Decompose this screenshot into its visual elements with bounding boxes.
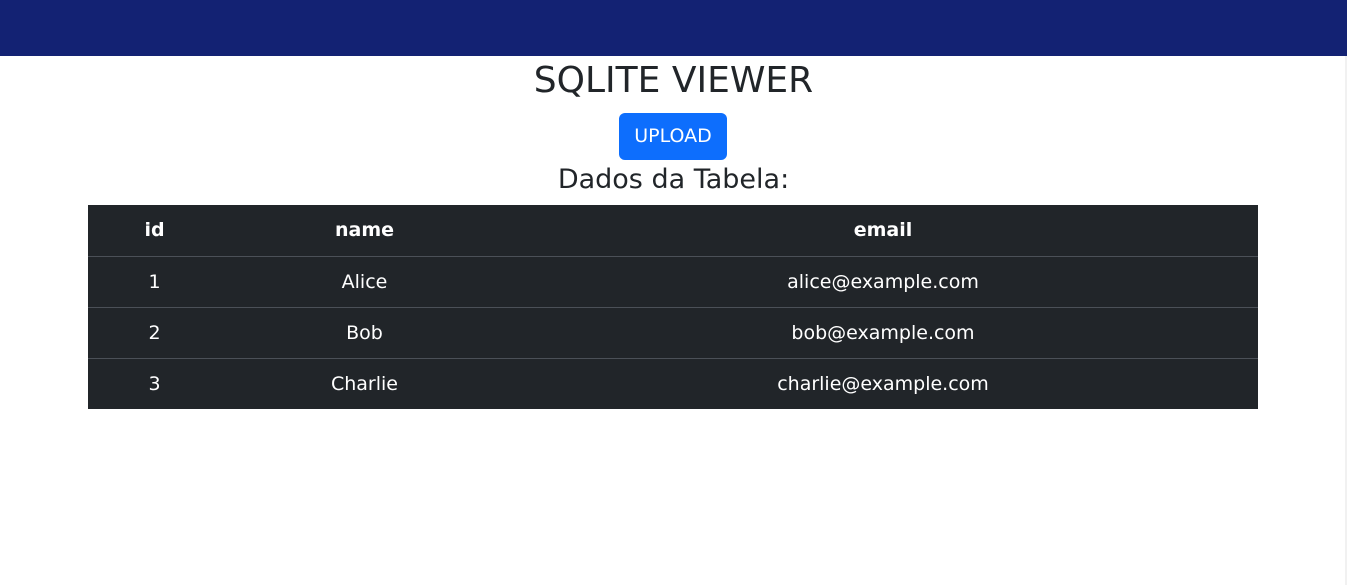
cell-id: 2 [88,307,221,359]
upload-button[interactable]: UPLOAD [619,113,727,160]
cell-name: Charlie [330,372,398,395]
column-header-id: id [88,205,221,257]
cell-name: Alice [221,256,508,308]
cell-email: charlie@example.com [777,372,989,395]
cell-id: 3 [148,372,161,395]
top-navbar [0,0,1347,56]
cell-name: Bob [221,307,508,359]
data-table: id name email 1 Alice alice@example.com … [88,205,1258,409]
section-title: Dados da Tabela: [557,164,790,195]
cell-id: 1 [88,256,221,308]
table-row: 3 Charlie charlie@example.com [88,358,1258,409]
column-header-email: email [508,205,1258,257]
page-title: SQLITE VIEWER [533,60,814,101]
cell-email: bob@example.com [508,307,1258,359]
column-header-name: name [221,205,508,257]
table-header-row: id name email [88,205,1258,257]
cell-email: alice@example.com [508,256,1258,308]
table-row: 2 Bob bob@example.com [88,307,1258,359]
table-row: 1 Alice alice@example.com [88,256,1258,308]
